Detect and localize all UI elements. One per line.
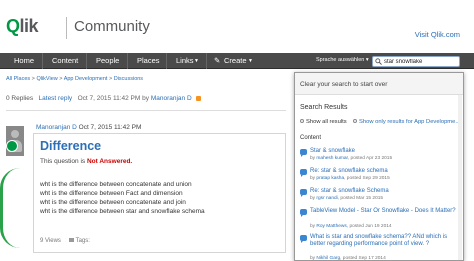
tags-label: Tags:: [75, 238, 90, 244]
chevron-down-icon[interactable]: ▼: [248, 58, 253, 64]
logo-divider: [66, 17, 67, 39]
show-app-results-tab[interactable]: Show only results for App Developme...: [353, 119, 460, 125]
pencil-icon[interactable]: ✎: [214, 56, 220, 65]
result-title[interactable]: What is star and snowflake schema?? ANd …: [310, 234, 460, 248]
logo-q-mark: Q: [6, 16, 20, 36]
rss-icon[interactable]: [196, 95, 202, 101]
clear-search-bar[interactable]: Clear your search to start over: [295, 73, 463, 95]
body-line: wht is the difference between concatenat…: [40, 181, 192, 188]
search-box[interactable]: [372, 56, 460, 67]
qlik-logo[interactable]: Qlik: [6, 16, 39, 37]
search-results-heading: Search Results: [300, 104, 348, 111]
nav-content[interactable]: Content: [52, 56, 78, 65]
divider: [6, 110, 286, 111]
post-footer: 9 Views Tags:: [40, 238, 90, 244]
post-title: Difference: [40, 139, 102, 153]
thread-meta: 0 Replies Latest reply Oct 7, 2015 11:42…: [6, 95, 202, 102]
chevron-down-icon: ▾: [365, 57, 369, 63]
nav-divider: [166, 53, 167, 69]
body-line: wht is the difference between concatenat…: [40, 199, 186, 206]
nav-divider: [127, 53, 128, 69]
nav-home[interactable]: Home: [14, 56, 34, 65]
result-author[interactable]: Nikhil Garg: [316, 256, 340, 261]
breadcrumb-item[interactable]: Discussions: [114, 76, 143, 82]
show-all-results-tab[interactable]: Show all results: [300, 119, 347, 125]
nav-create[interactable]: Create: [224, 56, 247, 65]
nav-links[interactable]: Links: [176, 56, 194, 65]
reply-count: 0 Replies: [6, 95, 34, 102]
radio-icon: [353, 119, 357, 124]
decorative-arc: [0, 168, 24, 248]
discussion-icon: [300, 235, 307, 243]
breadcrumb-item[interactable]: QlikView: [36, 76, 57, 82]
view-count: 9 Views: [40, 238, 61, 244]
post-body: wht is the difference between concatenat…: [40, 180, 205, 216]
search-icon: [375, 58, 382, 65]
result-meta: by rgsr nandi, posted Mar 15 2015: [310, 196, 383, 201]
status-badge: [6, 140, 18, 152]
status-prefix: This question is: [40, 158, 87, 165]
result-meta: by pratap kasha, posted Sep 29 2015: [310, 176, 390, 181]
result-title[interactable]: Re: star & snowflake Schema: [310, 188, 389, 195]
language-select[interactable]: Sprache auswählen ▾: [316, 57, 369, 63]
result-author[interactable]: mahesh kumar: [316, 156, 347, 161]
latest-reply-link[interactable]: Latest reply: [39, 95, 73, 102]
by-label: by: [142, 95, 149, 102]
nav-divider: [42, 53, 43, 69]
discussion-icon: [300, 169, 307, 177]
result-title[interactable]: Star & snowflake: [310, 148, 355, 155]
result-author[interactable]: pratap kasha: [316, 176, 344, 181]
discussion-icon: [300, 209, 307, 217]
meta-suffix: , posted Sep 29 2015: [344, 176, 390, 181]
body-line: wht is the difference between star and s…: [40, 208, 205, 215]
search-results-dropdown: Clear your search to start over Search R…: [294, 72, 464, 261]
body-line: wht is the difference between Fact and d…: [40, 190, 183, 197]
discussion-icon: [300, 149, 307, 157]
result-author[interactable]: rgsr nandi: [316, 196, 337, 201]
show-all-label: Show all results: [306, 119, 347, 125]
status-value: Not Answered.: [86, 158, 133, 165]
nav-divider: [86, 53, 87, 69]
result-author[interactable]: Roy Matthews: [316, 224, 346, 229]
post-card: Difference This question is Not Answered…: [33, 133, 286, 253]
post-author-link[interactable]: Manoranjan D: [36, 124, 77, 131]
logo-rest: lik: [19, 16, 39, 36]
radio-icon: [300, 119, 304, 124]
result-meta: by Nikhil Garg, posted Sep 17 2014: [310, 256, 386, 261]
result-meta: by Roy Matthews, posted Jun 19 2014: [310, 224, 392, 229]
meta-suffix: , posted Mar 15 2015: [337, 196, 384, 201]
result-title[interactable]: TableView Model - Star Or Snowflake - Do…: [310, 208, 460, 215]
tag-icon: [68, 238, 74, 243]
result-title[interactable]: Re: star & snowflake schema: [310, 168, 388, 175]
meta-suffix: , posted Jun 19 2014: [346, 224, 392, 229]
nav-places[interactable]: Places: [137, 56, 160, 65]
thread-author-link[interactable]: Manoranjan D: [151, 95, 192, 102]
clear-search-text[interactable]: Clear your search to start over: [300, 81, 387, 88]
discussion-icon: [300, 189, 307, 197]
question-status: This question is Not Answered.: [40, 158, 132, 165]
dropdown-scrollbar[interactable]: [458, 95, 462, 260]
meta-suffix: , posted Apr 23 2015: [347, 156, 393, 161]
site-name[interactable]: Community: [74, 18, 150, 35]
result-meta: by mahesh kumar, posted Apr 23 2015: [310, 156, 392, 161]
nav-divider: [206, 53, 207, 69]
language-label: Sprache auswählen: [316, 57, 365, 63]
site-header: Qlik Community Visit Qlik.com: [0, 0, 474, 53]
chevron-down-icon[interactable]: ▼: [194, 58, 199, 64]
thread-date: Oct 7, 2015 11:42 PM: [77, 95, 141, 102]
breadcrumb-item[interactable]: All Places: [6, 76, 30, 82]
nav-people[interactable]: People: [96, 56, 119, 65]
visit-qlik-link[interactable]: Visit Qlik.com: [415, 30, 460, 39]
post-author-line: Manoranjan D Oct 7, 2015 11:42 PM: [36, 124, 141, 131]
avatar-head-shape: [11, 130, 19, 138]
content-section-label: Content: [300, 135, 322, 141]
post-timestamp: Oct 7, 2015 11:42 PM: [78, 124, 142, 131]
breadcrumb-item[interactable]: App Development: [64, 76, 108, 82]
search-input[interactable]: [384, 57, 458, 66]
breadcrumb: All Places > QlikView > App Development …: [6, 76, 143, 82]
meta-suffix: , posted Sep 17 2014: [340, 256, 386, 261]
show-app-label: Show only results for App Developme...: [359, 119, 461, 125]
